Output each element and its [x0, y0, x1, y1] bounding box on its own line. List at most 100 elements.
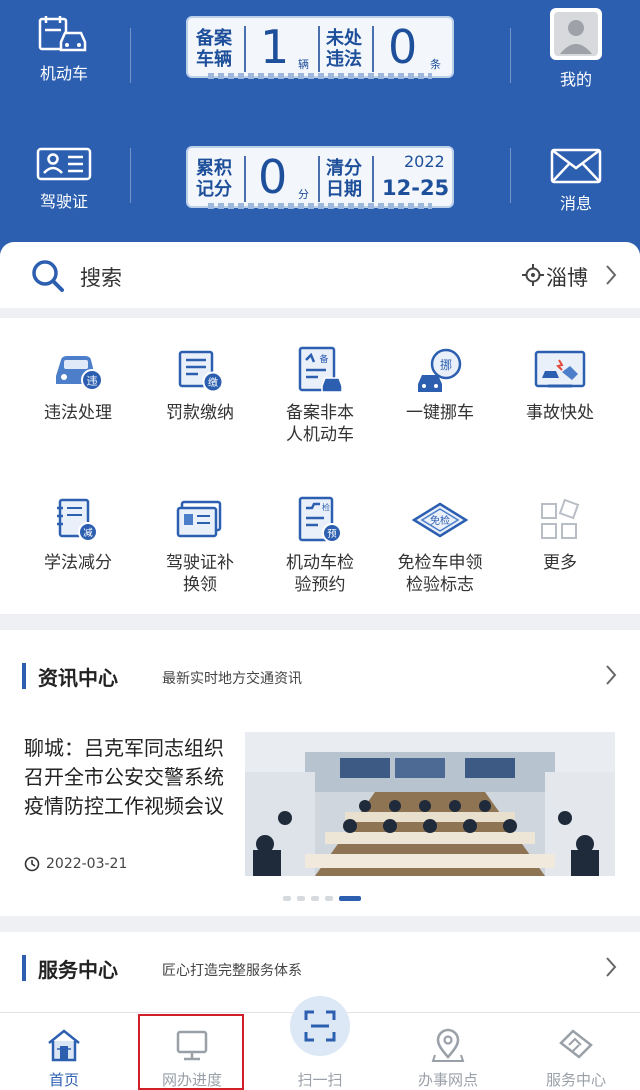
- service-label: 备案非本 人机动车: [286, 403, 354, 445]
- divider: [510, 28, 511, 83]
- violation-count: 0: [388, 20, 418, 74]
- scan-icon: [304, 1010, 336, 1042]
- search-bar[interactable]: 搜索 淄博: [0, 242, 640, 308]
- license-replace-icon: [176, 500, 222, 538]
- location-target-icon: [522, 264, 544, 286]
- service-item-more[interactable]: 更多: [500, 496, 620, 574]
- news-image[interactable]: [245, 732, 615, 876]
- carousel-dot[interactable]: [325, 896, 333, 901]
- license-entry[interactable]: 驾驶证: [30, 146, 98, 212]
- location-icon: [431, 1028, 465, 1062]
- chevron-right-icon[interactable]: [604, 956, 618, 978]
- service-item-fine-payment[interactable]: 缴 罚款缴纳: [140, 346, 260, 424]
- carousel-dot[interactable]: [311, 896, 319, 901]
- study-deduct-icon: 减: [57, 498, 98, 542]
- tab-label: 扫一扫: [297, 1071, 343, 1089]
- city-selector[interactable]: 淄博: [546, 262, 588, 292]
- divider: [510, 148, 511, 203]
- service-item-study-deduct[interactable]: 减 学法减分: [18, 496, 138, 574]
- svg-text:挪: 挪: [440, 358, 452, 372]
- accident-icon: [534, 350, 586, 388]
- panel-label: 累积: [196, 158, 232, 179]
- svg-text:预: 预: [327, 529, 337, 540]
- service-item-exempt-inspection[interactable]: 免检 免检车申领 检验标志: [380, 496, 500, 596]
- vehicle-label: 机动车: [39, 64, 88, 83]
- tab-label: 办事网点: [417, 1071, 478, 1089]
- news-headline[interactable]: 聊城：吕克军同志组织召开全市公安交警系统疫情防控工作视频会议: [24, 734, 224, 821]
- svg-text:免检: 免检: [430, 514, 450, 527]
- chevron-right-icon: [606, 265, 617, 285]
- inspection-appointment-icon: 检 预: [298, 496, 342, 543]
- carousel-dot[interactable]: [297, 896, 305, 901]
- section-bar: [22, 955, 26, 981]
- news-section: 资讯中心 最新实时地方交通资讯 聊城：吕克军同志组织召开全市公安交警系统疫情防控…: [0, 630, 640, 916]
- panel-label: 违法: [326, 49, 362, 70]
- service-item-accident[interactable]: 事故快处: [500, 346, 620, 424]
- scan-button[interactable]: [290, 996, 350, 1056]
- license-stats-panel[interactable]: 累积 记分 0 分 清分 日期 2022 12-25: [186, 146, 454, 209]
- divider: [130, 148, 131, 203]
- message-label: 消息: [559, 194, 592, 213]
- mail-icon: [550, 148, 602, 184]
- svg-text:备: 备: [319, 353, 328, 365]
- search-icon: [32, 260, 64, 292]
- clear-year: 2022: [404, 152, 445, 171]
- service-label: 一键挪车: [406, 403, 474, 423]
- avatar: [550, 8, 602, 60]
- service-item-register-vehicle[interactable]: 备 备案非本 人机动车: [260, 346, 380, 446]
- violation-count-unit: 条: [430, 58, 441, 71]
- carousel-dot[interactable]: [283, 896, 291, 901]
- chevron-right-icon[interactable]: [604, 664, 618, 686]
- tab-service-center[interactable]: 服务中心: [512, 1013, 640, 1090]
- vehicle-count: 1: [260, 20, 290, 74]
- panel-label: 未处: [326, 28, 362, 49]
- service-label: 更多: [543, 553, 577, 573]
- register-vehicle-icon: 备: [298, 346, 343, 393]
- tab-locations[interactable]: 办事网点: [384, 1013, 512, 1090]
- exempt-inspection-icon: 免检: [411, 502, 469, 538]
- service-label: 违法处理: [44, 403, 112, 423]
- panel-label: 记分: [196, 179, 232, 200]
- tab-home[interactable]: 首页: [0, 1013, 128, 1090]
- service-label: 事故快处: [526, 403, 594, 423]
- svg-text:违: 违: [87, 375, 98, 388]
- search-label: 搜索: [80, 266, 122, 290]
- carousel-dots: [283, 896, 361, 901]
- service-label: 免检车申领 检验标志: [397, 553, 483, 595]
- meeting-photo: [245, 732, 615, 876]
- vehicle-stats-panel[interactable]: 备案 车辆 1 辆 未处 违法 0 条: [186, 16, 454, 79]
- panel-label: 备案: [196, 28, 232, 49]
- svg-text:减: 减: [83, 527, 93, 539]
- section-bar: [22, 663, 26, 689]
- message-entry[interactable]: 消息: [546, 148, 606, 214]
- home-icon: [48, 1029, 80, 1062]
- mine-label: 我的: [559, 70, 592, 89]
- fine-payment-icon: 缴: [178, 350, 224, 393]
- panel-label: 车辆: [196, 49, 232, 70]
- avatar-icon: [554, 12, 598, 56]
- service-label: 罚款缴纳: [166, 403, 234, 423]
- service-item-license-replace[interactable]: 驾驶证补 换领: [140, 496, 260, 596]
- vehicle-entry[interactable]: 机动车: [30, 14, 98, 84]
- service-item-inspection-appointment[interactable]: 检 预 机动车检 验预约: [260, 496, 380, 596]
- svg-text:缴: 缴: [208, 376, 218, 389]
- news-subtitle: 最新实时地方交通资讯: [162, 671, 302, 687]
- panel-label: 清分: [326, 158, 362, 179]
- mine-entry[interactable]: 我的: [546, 8, 606, 90]
- more-icon: [541, 498, 580, 539]
- points-count: 0: [258, 150, 288, 204]
- clock-icon: [24, 856, 40, 872]
- service-label: 机动车检 验预约: [286, 553, 354, 595]
- service-center-title: 服务中心: [38, 958, 118, 982]
- service-center-subtitle: 匠心打造完整服务体系: [162, 963, 302, 979]
- service-label: 驾驶证补 换领: [166, 553, 234, 595]
- highlight-box: [138, 1014, 244, 1090]
- tab-label: 服务中心: [545, 1071, 606, 1089]
- news-date: 2022-03-21: [46, 856, 128, 872]
- news-title: 资讯中心: [38, 666, 118, 690]
- carousel-dot-active[interactable]: [339, 896, 361, 901]
- points-unit: 分: [298, 188, 309, 201]
- service-item-move-car[interactable]: 挪 一键挪车: [380, 346, 500, 424]
- service-item-violation[interactable]: 违 违法处理: [18, 346, 138, 424]
- tab-label: 首页: [48, 1071, 79, 1089]
